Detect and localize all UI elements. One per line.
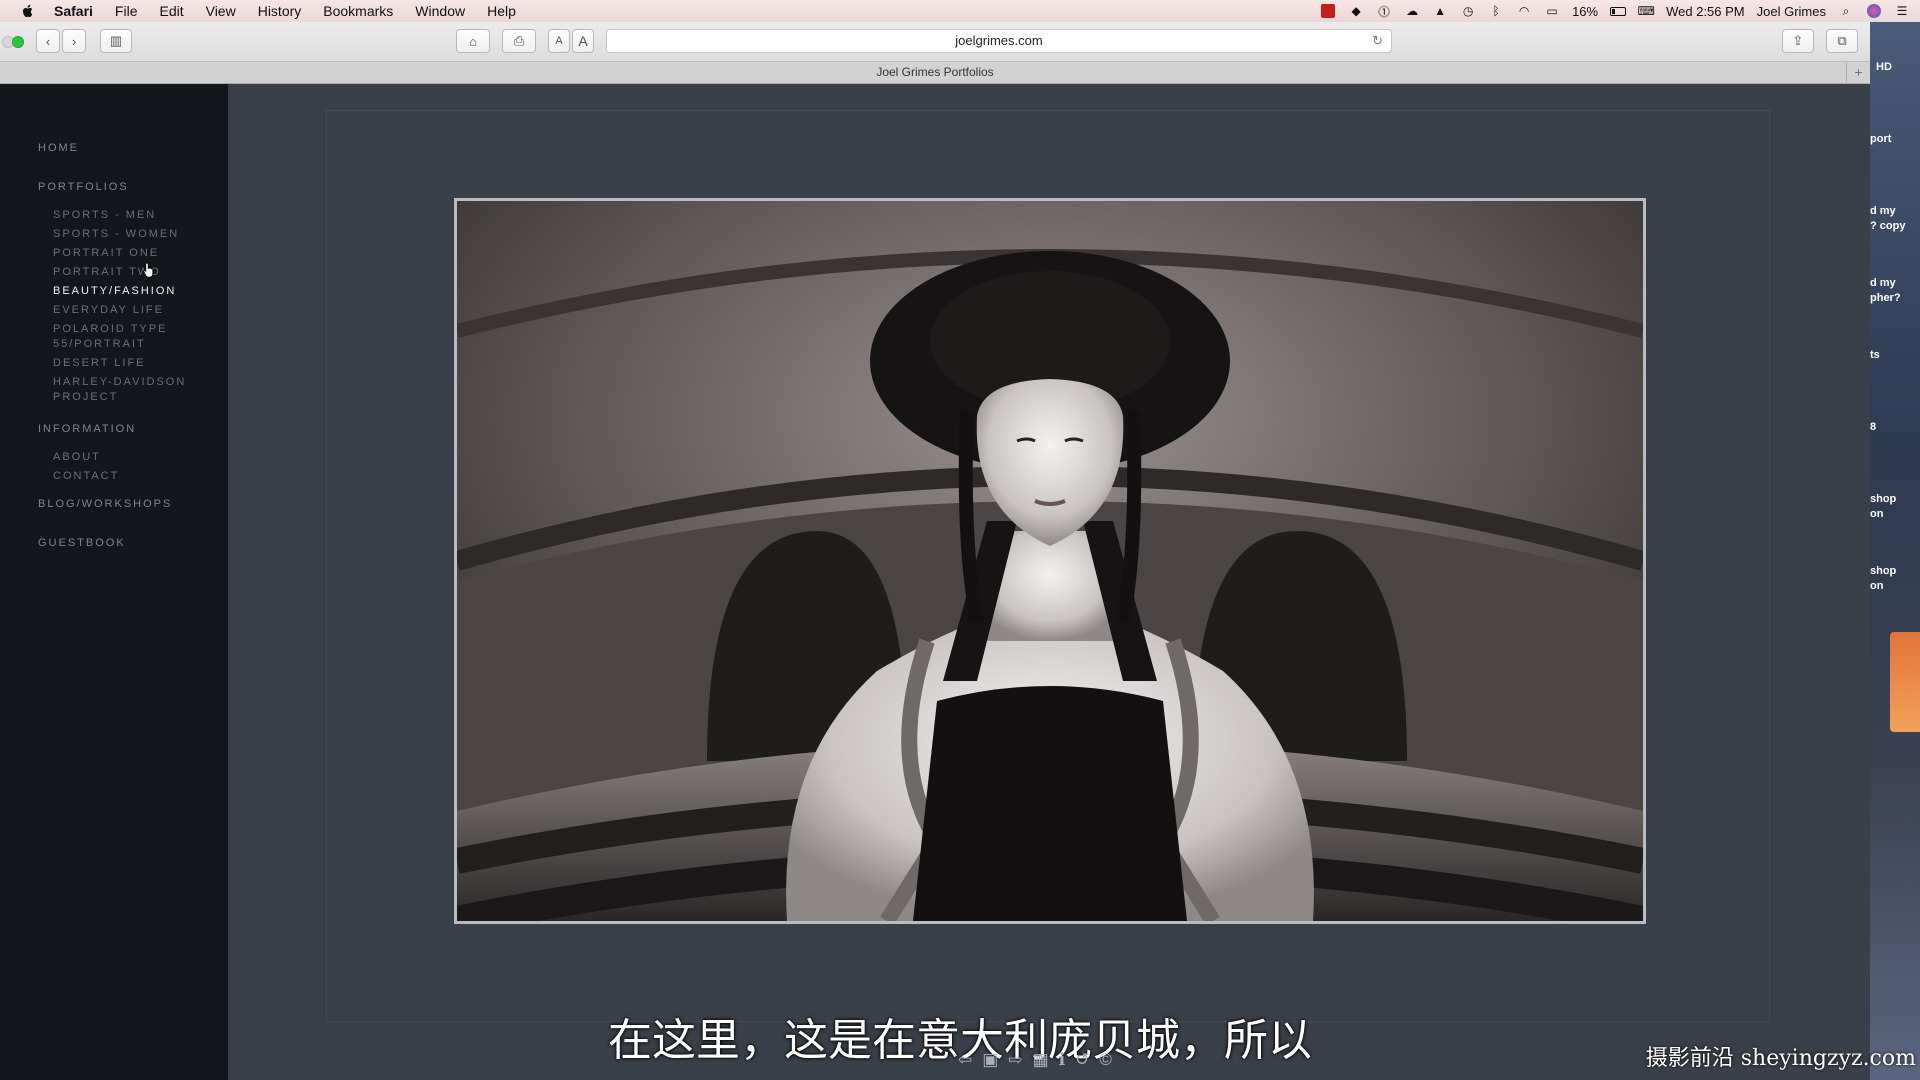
nav-portfolio-item[interactable]: POLAROID TYPE 55/PORTRAIT <box>53 322 183 352</box>
nav-guestbook[interactable]: GUESTBOOK <box>38 537 126 549</box>
nav-portfolio-item[interactable]: PORTRAIT ONE <box>53 246 159 261</box>
share-icon: ⇪ <box>1792 33 1804 48</box>
menu-file[interactable]: File <box>115 3 138 19</box>
dropbox-icon[interactable]: ◆ <box>1348 4 1364 18</box>
prev-arrow-icon[interactable]: ⇦ <box>958 1050 972 1070</box>
back-button[interactable]: ‹ <box>36 29 60 53</box>
printer-icon: ⎙ <box>513 33 525 48</box>
hand-cursor-icon <box>143 262 154 278</box>
desktop-file-thumbnail[interactable] <box>1890 632 1920 732</box>
status-menus: ◆ ⓵ ☁ ▲ ◷ ᛒ ◠ ▭ 16% ⌨ Wed 2:56 PM Joel G… <box>1320 0 1910 22</box>
print-button[interactable]: ⎙ <box>502 29 536 53</box>
nav-blog[interactable]: BLOG/WORKSHOPS <box>38 498 172 510</box>
menu-user[interactable]: Joel Grimes <box>1757 4 1826 19</box>
desktop-edge: HD port d my ? copy d my pher? ts 8 shop… <box>1870 22 1920 1080</box>
nav-home[interactable]: HOME <box>38 142 79 154</box>
menu-window[interactable]: Window <box>415 3 465 19</box>
nav-portfolio-item-active[interactable]: BEAUTY/FASHION <box>53 284 176 299</box>
safari-toolbar: ‹ › ▥ ⌂ ⎙ A A joelgrimes.com ↻ ⇪ ⧉ <box>0 22 1870 62</box>
desktop-label[interactable]: d my pher? <box>1870 276 1920 306</box>
desktop-label[interactable]: HD <box>1876 60 1920 75</box>
forward-button[interactable]: › <box>62 29 86 53</box>
menu-bookmarks[interactable]: Bookmarks <box>323 3 393 19</box>
menu-view[interactable]: View <box>206 3 236 19</box>
portfolio-photo[interactable] <box>454 198 1646 924</box>
nav-info-item[interactable]: ABOUT <box>53 450 101 465</box>
desktop-label[interactable]: shop on <box>1870 492 1920 522</box>
battery-percent: 16% <box>1572 3 1599 19</box>
creative-cloud-icon[interactable]: ☁ <box>1404 4 1420 18</box>
watermark: 摄影前沿 sheyingzyz.com <box>1645 1046 1916 1071</box>
menu-edit[interactable]: Edit <box>159 3 183 19</box>
new-tab-icon[interactable]: + <box>1846 62 1870 84</box>
url-text: joelgrimes.com <box>955 33 1043 48</box>
home-button[interactable]: ⌂ <box>456 29 490 53</box>
viewer-controls: ⇦ ▣ ⇨ ▦ ℹ ↺ © <box>958 1050 1112 1070</box>
desktop-label[interactable]: shop on <box>1870 564 1920 594</box>
desktop-label[interactable]: ts <box>1870 348 1920 363</box>
nav-portfolio-item[interactable]: SPORTS - MEN <box>53 208 156 223</box>
time-machine-icon[interactable]: ◷ <box>1460 4 1476 18</box>
onepassword-icon[interactable]: ⓵ <box>1376 4 1392 19</box>
font-larger-button[interactable]: A <box>572 29 594 53</box>
nav-portfolio-item[interactable]: EVERYDAY LIFE <box>53 303 164 318</box>
font-larger-label: A <box>578 33 588 49</box>
grid-icon[interactable]: ▦ <box>1033 1050 1049 1070</box>
record-icon[interactable] <box>1320 4 1336 18</box>
nav-portfolio-item[interactable]: SPORTS - WOMEN <box>53 227 179 242</box>
window-zoom-icon[interactable] <box>12 36 24 48</box>
menu-clock[interactable]: Wed 2:56 PM <box>1666 4 1745 19</box>
photo-image <box>457 201 1643 921</box>
home-icon: ⌂ <box>469 33 477 49</box>
sidebar-icon: ▥ <box>109 33 123 48</box>
notification-center-icon[interactable]: ☰ <box>1894 4 1910 18</box>
nav-information[interactable]: INFORMATION <box>38 423 136 435</box>
site-sidebar: HOME PORTFOLIOS SPORTS - MEN SPORTS - WO… <box>0 84 228 1080</box>
menu-bar: Safari File Edit View History Bookmarks … <box>0 0 1920 22</box>
next-arrow-icon[interactable]: ⇨ <box>1008 1050 1022 1070</box>
desktop-label[interactable]: 8 <box>1870 420 1920 435</box>
gallery-icon[interactable]: ▣ <box>982 1050 998 1070</box>
tabs-overview-icon: ⧉ <box>1837 33 1847 48</box>
battery-icon[interactable] <box>1610 4 1627 18</box>
loop-icon[interactable]: ↺ <box>1075 1050 1089 1070</box>
nav-portfolio-item[interactable]: DESERT LIFE <box>53 356 146 371</box>
tab-bar: Joel Grimes Portfolios + <box>0 62 1870 84</box>
nav-info-item[interactable]: CONTACT <box>53 469 119 484</box>
share-button[interactable]: ⇪ <box>1782 29 1814 53</box>
tab-title[interactable]: Joel Grimes Portfolios <box>876 65 993 79</box>
sidebar-toggle-button[interactable]: ▥ <box>100 29 132 53</box>
siri-icon[interactable] <box>1866 4 1882 18</box>
chevron-right-icon: › <box>71 33 77 49</box>
desktop-label[interactable]: port <box>1870 132 1920 147</box>
spotlight-icon[interactable]: ⌕ <box>1838 4 1854 18</box>
address-bar[interactable]: joelgrimes.com ↻ <box>606 29 1392 53</box>
airplay-icon[interactable]: ▭ <box>1544 4 1560 18</box>
show-tabs-button[interactable]: ⧉ <box>1826 29 1858 53</box>
menu-app-safari[interactable]: Safari <box>54 3 93 19</box>
nav-portfolios[interactable]: PORTFOLIOS <box>38 181 129 193</box>
keyboard-icon[interactable]: ⌨ <box>1637 4 1654 18</box>
apple-menu-icon[interactable] <box>20 3 36 19</box>
reload-icon[interactable]: ↻ <box>1372 30 1383 52</box>
font-smaller-button[interactable]: A <box>548 29 570 53</box>
nav-portfolio-item[interactable]: HARLEY-DAVIDSON PROJECT <box>53 375 193 405</box>
menu-history[interactable]: History <box>258 3 302 19</box>
menu-help[interactable]: Help <box>487 3 516 19</box>
info-icon[interactable]: ℹ <box>1059 1050 1065 1070</box>
desktop-label[interactable]: d my ? copy <box>1870 204 1920 234</box>
growl-icon[interactable]: ▲ <box>1432 4 1448 18</box>
wifi-icon[interactable]: ◠ <box>1516 4 1532 18</box>
chevron-left-icon: ‹ <box>45 33 51 49</box>
bluetooth-icon[interactable]: ᛒ <box>1488 4 1504 18</box>
copyright-icon[interactable]: © <box>1099 1050 1112 1070</box>
font-smaller-label: A <box>555 35 563 47</box>
